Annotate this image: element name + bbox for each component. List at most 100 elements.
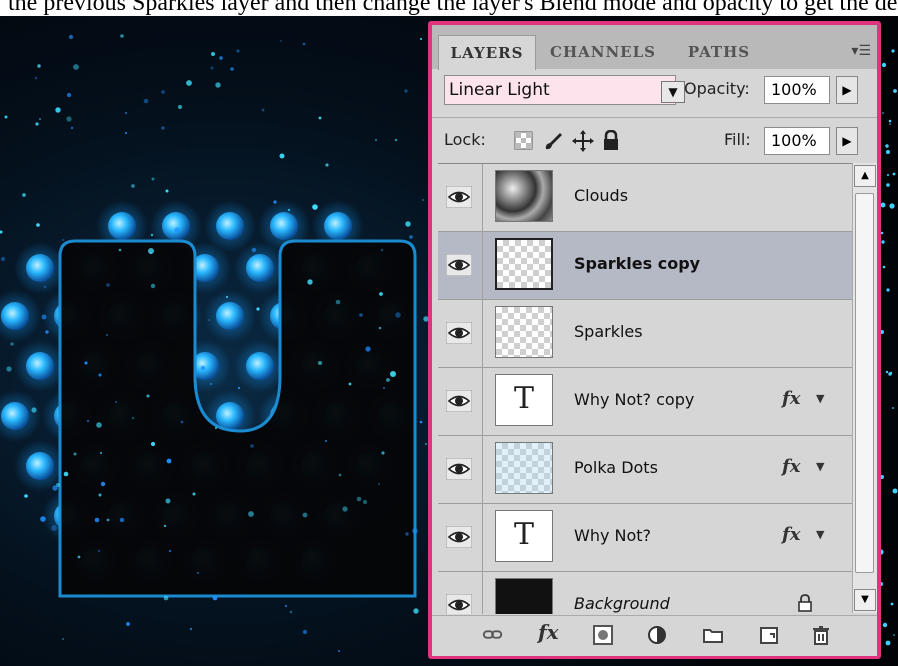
sparkle (256, 307, 260, 311)
layer-thumbnail[interactable]: T (495, 374, 553, 426)
layer-thumbnail[interactable] (495, 170, 553, 222)
tab-layers[interactable]: LAYERS (438, 35, 536, 70)
polka-dot (246, 254, 274, 282)
layer-name: Polka Dots (574, 458, 658, 477)
sparkle (893, 89, 897, 93)
new-adjustment-layer-icon[interactable] (646, 624, 668, 646)
blend-row: Linear Light ▼ Opacity: 100% ▶ (432, 71, 877, 115)
layer-thumbnail[interactable]: T (495, 510, 553, 562)
scroll-down-button[interactable]: ▼ (854, 589, 876, 611)
scroll-up-button[interactable]: ▲ (854, 165, 876, 187)
sparkle (45, 330, 49, 334)
sparkle (55, 107, 61, 113)
layer-row[interactable]: Polka Dots fx ▼ (438, 436, 852, 504)
expand-effects-arrow-icon[interactable]: ▼ (816, 392, 824, 405)
sparkle (161, 90, 165, 94)
polka-dot (216, 212, 244, 240)
visibility-eye-icon[interactable] (446, 254, 472, 276)
visibility-eye-icon[interactable] (446, 322, 472, 344)
layer-thumbnail[interactable] (495, 306, 553, 358)
sparkle (189, 627, 193, 631)
layer-thumbnail[interactable] (495, 578, 553, 614)
new-layer-icon[interactable] (758, 624, 780, 646)
add-layer-style-icon[interactable]: fx (538, 620, 564, 644)
expand-effects-arrow-icon[interactable]: ▼ (816, 528, 824, 541)
layer-row[interactable]: T Why Not? fx ▼ (438, 504, 852, 572)
tab-channels[interactable]: CHANNELS (540, 35, 666, 69)
expand-effects-arrow-icon[interactable]: ▼ (816, 460, 824, 473)
lock-transparent-pixels-icon[interactable] (514, 131, 534, 151)
sparkle (43, 285, 47, 289)
sparkle (62, 239, 64, 241)
visibility-eye-icon[interactable] (446, 390, 472, 412)
sparkle (99, 451, 103, 455)
opacity-field[interactable]: 100% (764, 76, 830, 104)
visibility-eye-icon[interactable] (446, 526, 472, 548)
sparkle (881, 240, 885, 244)
chevron-down-icon[interactable]: ▼ (661, 81, 685, 103)
lock-position-icon[interactable] (572, 130, 594, 152)
lock-image-pixels-icon[interactable] (542, 130, 564, 152)
fill-field[interactable]: 100% (764, 127, 830, 155)
sparkle (24, 494, 28, 498)
scroll-thumb[interactable] (855, 193, 874, 573)
row-divider (482, 164, 483, 232)
panel-menu-icon[interactable]: ▾☰ (851, 43, 871, 59)
sparkle (250, 444, 254, 448)
row-divider (482, 572, 483, 614)
sparkle (143, 98, 149, 104)
sparkle (197, 572, 199, 574)
new-group-icon[interactable] (702, 624, 724, 646)
sparkle (302, 512, 308, 518)
lock-all-icon[interactable] (602, 130, 620, 152)
blend-mode-value: Linear Light (449, 80, 550, 100)
layer-row[interactable]: Clouds (438, 164, 852, 232)
tab-paths[interactable]: PATHS (670, 35, 768, 69)
sparkle (230, 67, 234, 71)
sparkle (131, 184, 135, 188)
layer-thumbnail[interactable] (495, 442, 553, 494)
fill-slider-button[interactable]: ▶ (836, 127, 858, 155)
sparkle (882, 622, 888, 628)
layer-row[interactable]: T Why Not? copy fx ▼ (438, 368, 852, 436)
sparkle (166, 458, 172, 464)
blend-mode-select[interactable]: Linear Light ▼ (444, 75, 685, 105)
sparkle (289, 610, 293, 614)
sparkle (100, 481, 106, 487)
layers-scrollbar[interactable]: ▲ ▼ (852, 163, 877, 613)
sparkle (125, 621, 131, 627)
row-divider (482, 504, 483, 572)
opacity-slider-button[interactable]: ▶ (836, 76, 858, 104)
sparkle (73, 452, 77, 456)
visibility-eye-icon[interactable] (446, 186, 472, 208)
layer-effects-icon[interactable]: fx (782, 524, 800, 545)
sparkle (337, 649, 341, 653)
visibility-eye-icon[interactable] (446, 594, 472, 614)
sparkle (404, 89, 408, 93)
sparkle (287, 208, 291, 212)
layer-effects-icon[interactable]: fx (782, 388, 800, 409)
tutorial-caption: the previous Sparkles layer and then cha… (0, 0, 898, 16)
sparkle (150, 283, 156, 289)
sparkle (881, 62, 887, 68)
layer-thumbnail[interactable] (495, 238, 553, 290)
delete-layer-icon[interactable] (810, 624, 832, 646)
polka-dot (216, 402, 244, 430)
layer-name: Sparkles copy (574, 254, 701, 273)
layer-name: Why Not? copy (574, 390, 695, 409)
sparkle (892, 488, 898, 494)
sparkle (885, 640, 891, 646)
sparkle (208, 319, 210, 321)
sparkle (383, 387, 385, 389)
sparkle (378, 483, 380, 485)
layer-effects-icon[interactable]: fx (782, 456, 800, 477)
sparkle (885, 370, 889, 374)
link-layers-icon[interactable] (482, 624, 504, 646)
layer-row[interactable]: Background (438, 572, 852, 614)
sparkle (209, 382, 213, 386)
layer-row[interactable]: Sparkles copy (438, 232, 852, 300)
add-mask-icon[interactable] (592, 624, 614, 646)
sparkle (51, 525, 57, 531)
layer-row[interactable]: Sparkles (438, 300, 852, 368)
visibility-eye-icon[interactable] (446, 458, 472, 480)
